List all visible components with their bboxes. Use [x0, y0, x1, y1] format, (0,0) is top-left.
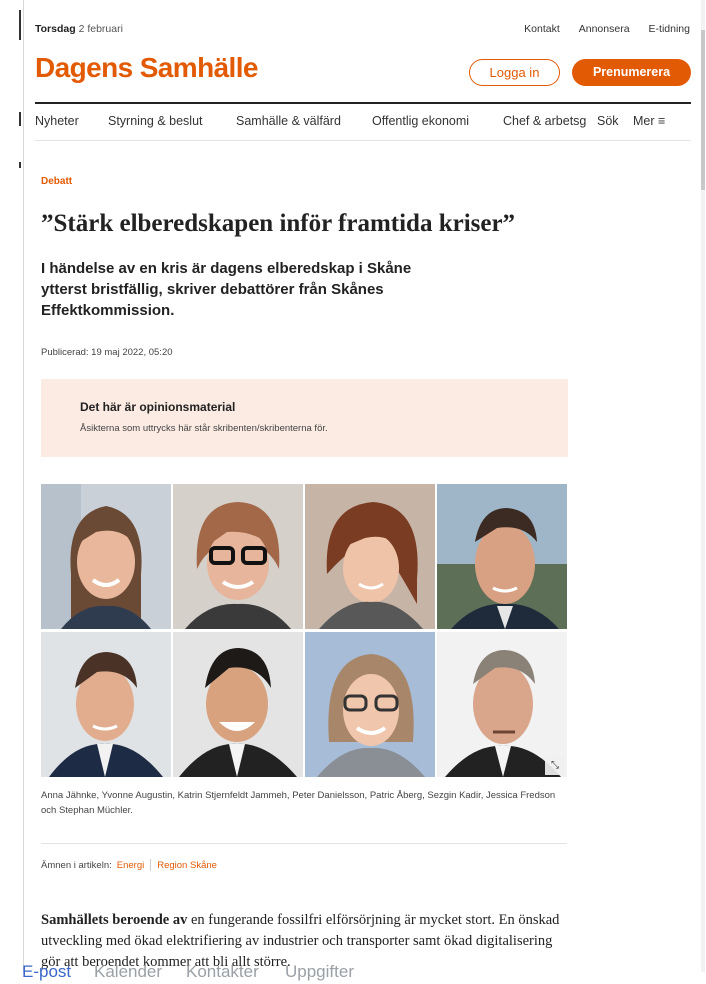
author-photo: ⤡	[437, 632, 567, 777]
nav-search[interactable]: Sök	[597, 114, 619, 128]
nav-item-public-economy[interactable]: Offentlig ekonomi	[372, 114, 469, 128]
body-lead-in: Samhällets beroende av	[41, 912, 188, 928]
topic-tag-energy[interactable]: Energi	[117, 860, 144, 871]
nav-more[interactable]: Mer ≡	[633, 114, 665, 128]
article-headline: ”Stärk elberedskapen inför framtida kris…	[41, 210, 516, 237]
topics-divider	[41, 843, 567, 844]
opinion-notice: Det här är opinionsmaterial Åsikterna so…	[41, 379, 568, 457]
current-date: Torsdag 2 februari	[35, 23, 123, 35]
utility-links: Kontakt Annonsera E-tidning	[524, 23, 690, 35]
nav-item-news[interactable]: Nyheter	[35, 114, 79, 128]
opinion-notice-title: Det här är opinionsmaterial	[80, 400, 236, 414]
subscribe-button[interactable]: Prenumerera	[572, 59, 691, 86]
photo-caption: Anna Jähnke, Yvonne Augustin, Katrin Stj…	[41, 790, 556, 816]
nav-item-manager-employer[interactable]: Chef & arbetsgivare	[503, 114, 587, 128]
link-advertise[interactable]: Annonsera	[579, 23, 630, 35]
opinion-notice-text: Åsikterna som uttrycks här står skribent…	[80, 423, 328, 434]
topic-separator	[150, 859, 152, 871]
topics-label: Ämnen i artikeln:	[41, 859, 112, 871]
article-kicker[interactable]: Debatt	[41, 176, 72, 187]
article-lead: I händelse av en kris är dagens elbereds…	[41, 260, 412, 319]
nav-bottom-divider	[35, 140, 691, 141]
author-photo	[173, 632, 303, 777]
link-contact[interactable]: Kontakt	[524, 23, 560, 35]
left-window-edge	[0, 0, 22, 984]
nav-item-governance[interactable]: Styrning & beslut	[108, 114, 203, 128]
author-photo	[173, 484, 303, 629]
current-day: Torsdag	[35, 23, 76, 35]
link-e-paper[interactable]: E-tidning	[649, 23, 690, 35]
article-topics: Ämnen i artikeln: Energi Region Skåne	[41, 859, 217, 871]
main-navigation: Nyheter Styrning & beslut Samhälle & väl…	[35, 114, 691, 134]
expand-image-icon[interactable]: ⤡	[545, 757, 565, 775]
author-photo	[437, 484, 567, 629]
nav-item-society-welfare[interactable]: Samhälle & välfärd	[236, 114, 341, 128]
nav-divider	[35, 102, 691, 104]
nav-more-label: Mer	[633, 114, 655, 128]
current-date-text: 2 februari	[78, 23, 123, 35]
author-photo	[41, 632, 171, 777]
login-button[interactable]: Logga in	[469, 59, 560, 86]
author-photo-grid[interactable]: ⤡	[41, 484, 567, 778]
topic-tag-region-skane[interactable]: Region Skåne	[157, 860, 217, 871]
menu-icon: ≡	[658, 114, 666, 128]
author-photo	[41, 484, 171, 629]
author-photo	[305, 632, 435, 777]
author-photo	[305, 484, 435, 629]
scrollbar-thumb[interactable]	[701, 30, 705, 190]
article-body-paragraph: Samhällets beroende av en fungerande fos…	[41, 910, 571, 972]
top-utility-bar: Torsdag 2 februari Kontakt Annonsera E-t…	[35, 20, 690, 38]
browser-page: Torsdag 2 februari Kontakt Annonsera E-t…	[23, 0, 705, 972]
site-logo[interactable]: Dagens Samhälle	[35, 52, 258, 84]
publish-date: Publicerad: 19 maj 2022, 05:20	[41, 347, 173, 358]
